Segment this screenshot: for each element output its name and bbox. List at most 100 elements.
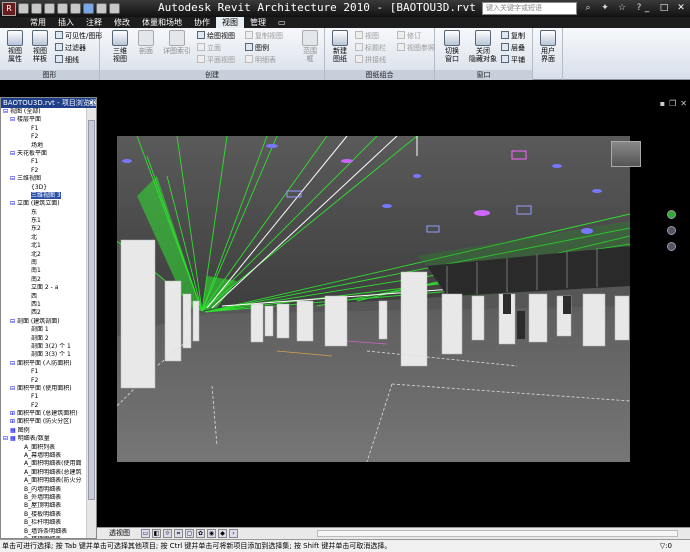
tab-massing-site[interactable]: 体量和场地 (136, 17, 188, 28)
browser-tree-item[interactable]: F1 (1, 393, 86, 401)
view-scale[interactable]: 透视图 (109, 528, 130, 539)
browser-tree-item[interactable]: 北1 (1, 242, 86, 250)
view-control-more-icon[interactable]: › (229, 529, 238, 538)
switch-windows-button[interactable]: 切换 窗口 (440, 30, 464, 63)
tab-annotate[interactable]: 注释 (80, 17, 108, 28)
browser-tree-item[interactable]: F2 (1, 402, 86, 410)
close-icon[interactable]: ✕ (674, 2, 688, 14)
search-icon[interactable]: ⌕ (582, 2, 594, 14)
measure-icon[interactable] (96, 3, 107, 14)
tab-insert[interactable]: 插入 (52, 17, 80, 28)
browser-tree-item[interactable]: 东2 (1, 225, 86, 233)
browser-tree-item[interactable]: F1 (1, 368, 86, 376)
view-properties-button[interactable]: 视图 属性 (3, 30, 27, 63)
tab-manage[interactable]: 管理 (244, 17, 272, 28)
maximize-icon[interactable]: □ (657, 2, 671, 14)
place-view-button[interactable]: 视图 (355, 31, 379, 41)
browser-tree-item[interactable]: 东1 (1, 217, 86, 225)
tree-expand-icon[interactable]: ⊞ (10, 410, 17, 418)
user-interface-button[interactable]: 用户 界面 (536, 30, 560, 63)
schedules-button[interactable]: 明细表 (245, 55, 276, 65)
revit-logo-icon[interactable]: R (2, 1, 16, 16)
title-block-button[interactable]: 标题栏 (355, 43, 386, 53)
browser-tree-item[interactable]: ⊟ 天花板平面 (1, 150, 86, 158)
browser-tree-item[interactable]: {3D} (1, 184, 86, 192)
tab-view[interactable]: 视图 (216, 17, 244, 28)
browser-tree-item[interactable]: ⊟ 剖面 (建筑剖面) (1, 318, 86, 326)
browser-tree-item[interactable]: 南2 (1, 276, 86, 284)
browser-tree-item[interactable]: A_面积明细表(使用面 (1, 460, 86, 468)
cascade-button[interactable]: 层叠 (501, 43, 525, 53)
crop-region-icon[interactable]: ⌗ (174, 529, 183, 538)
browser-tree-item[interactable]: A_面积列表 (1, 444, 86, 452)
browser-tree-item[interactable]: B_楼板明细表 (1, 511, 86, 519)
callout-button[interactable]: 详图索引 (160, 30, 194, 55)
new-sheet-button[interactable]: 新建 图纸 (328, 30, 352, 63)
browser-tree-item[interactable]: B_栏杆明细表 (1, 519, 86, 527)
undo-icon[interactable] (57, 3, 68, 14)
browser-tree-item[interactable]: 西2 (1, 309, 86, 317)
pan-icon[interactable] (666, 242, 676, 251)
minimize-icon[interactable]: _ (640, 2, 654, 14)
steering-wheel-icon[interactable] (666, 210, 676, 219)
tree-expand-icon[interactable]: ⊟ (10, 150, 17, 158)
browser-tree-item[interactable]: 西1 (1, 301, 86, 309)
browser-tree-item[interactable]: 北2 (1, 251, 86, 259)
tree-expand-icon[interactable]: ⊟ (3, 435, 10, 443)
browser-tree-item[interactable]: F2 (1, 167, 86, 175)
tree-expand-icon[interactable]: ⊟ (3, 108, 10, 116)
duplicate-view-button[interactable]: 复制视图 (245, 31, 283, 41)
subscription-icon[interactable]: ✦ (599, 2, 611, 14)
tab-home[interactable]: 常用 (24, 17, 52, 28)
browser-tree-item[interactable]: ▦ 图例 (1, 427, 86, 435)
viewport-restore-icon[interactable]: ❐ (669, 99, 676, 108)
browser-tree-item[interactable]: ⊟ 三维视图 (1, 175, 86, 183)
tree-expand-icon[interactable]: ⊟ (10, 175, 17, 183)
section-button[interactable]: 剖面 (134, 30, 158, 55)
browser-tree-item[interactable]: 东 (1, 209, 86, 217)
browser-tree-item[interactable]: B_墙饰条明细表 (1, 528, 86, 536)
browser-tree-item[interactable]: A_面积明细表(总建筑 (1, 469, 86, 477)
open-file-icon[interactable] (31, 3, 42, 14)
browser-tree-item[interactable]: ⊟ 视图 (全部) (1, 108, 86, 116)
browser-tree-item[interactable]: ⊟ 立面 (建筑立面) (1, 200, 86, 208)
browser-tree-item[interactable]: 南 (1, 259, 86, 267)
browser-tree-item[interactable]: F2 (1, 133, 86, 141)
tree-expand-icon[interactable]: ⊟ (10, 385, 17, 393)
zoom-icon[interactable] (666, 226, 676, 235)
tab-collaborate[interactable]: 协作 (188, 17, 216, 28)
replicate-button[interactable]: 复制 (501, 31, 525, 41)
browser-tree-item[interactable]: 剖面 3(3) 个 1 (1, 351, 86, 359)
perspective-render[interactable] (117, 136, 630, 462)
search-input[interactable]: 键入关键字或短语 (482, 2, 577, 15)
show-crop-icon[interactable]: ▢ (185, 529, 194, 538)
visual-style-icon[interactable]: ◧ (152, 529, 161, 538)
viewport-horizontal-scrollbar[interactable] (317, 530, 678, 537)
browser-tree-item[interactable]: ⊞ 面积平面 (防火分区) (1, 418, 86, 426)
view-templates-button[interactable]: 视图 样板 (28, 30, 52, 63)
browser-tree-item[interactable]: 三维视图 3 (1, 191, 86, 200)
viewport-minimize-icon[interactable]: ▪ (660, 99, 665, 108)
tree-expand-icon[interactable]: ⊞ (10, 418, 17, 426)
hide-isolate-icon[interactable]: ✿ (196, 529, 205, 538)
visibility-graphics-button[interactable]: 可见性/图形 (55, 31, 102, 41)
detail-level-icon[interactable]: ▭ (141, 529, 150, 538)
qat-dropdown-icon[interactable] (109, 3, 120, 14)
browser-tree-item[interactable]: 剖面 1 (1, 326, 86, 334)
viewcube[interactable] (611, 141, 641, 167)
browser-tree-item[interactable]: F1 (1, 158, 86, 166)
revisions-button[interactable]: 修订 (397, 31, 421, 41)
legends-button[interactable]: 图例 (245, 43, 269, 53)
close-icon[interactable]: ✕ (88, 98, 94, 108)
redo-icon[interactable] (70, 3, 81, 14)
plan-views-button[interactable]: 平面视图 (197, 55, 235, 65)
select-arrow-icon[interactable] (83, 3, 94, 14)
reveal-hidden-icon[interactable]: ◉ (207, 529, 216, 538)
browser-tree-item[interactable]: 剖面 2 (1, 335, 86, 343)
browser-tree-item[interactable]: 场地 (1, 142, 86, 150)
thin-lines-button[interactable]: 细线 (55, 55, 79, 65)
browser-tree-item[interactable]: A_幕墙明细表 (1, 452, 86, 460)
browser-tree-item[interactable]: ⊟ 面积平面 (使用面积) (1, 385, 86, 393)
tile-button[interactable]: 平铺 (501, 55, 525, 65)
browser-tree-item[interactable]: F2 (1, 377, 86, 385)
